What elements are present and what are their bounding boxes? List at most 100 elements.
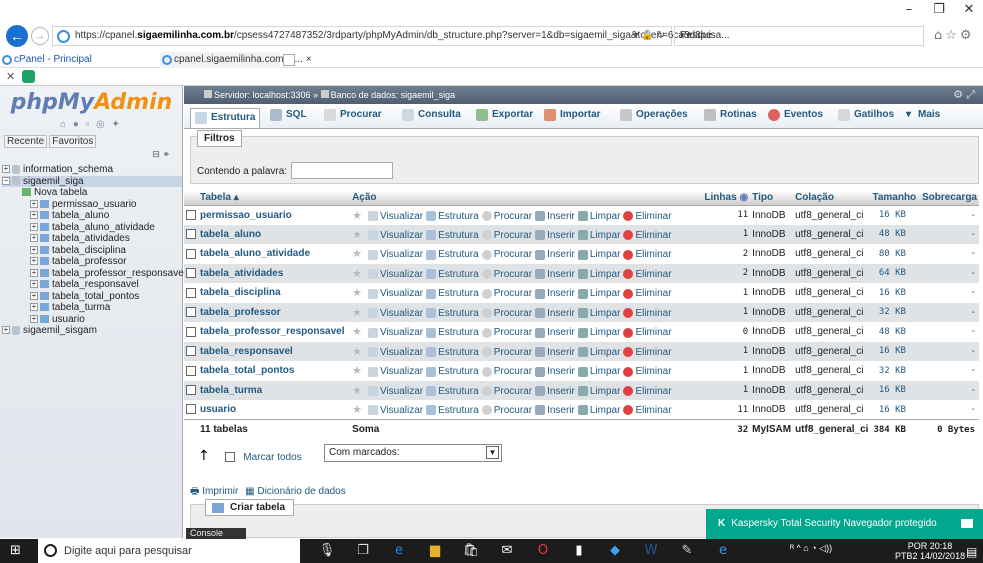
favorite-star-icon[interactable]: ★ (352, 209, 362, 222)
empty-action[interactable]: Limpar (577, 405, 620, 416)
favorite-star-icon[interactable]: ★ (352, 345, 362, 358)
taskbar-search[interactable]: Digite aqui para pesquisar (38, 539, 300, 563)
recent-tab[interactable]: Recente (4, 135, 48, 148)
favorite-star-icon[interactable]: ★ (352, 267, 362, 280)
header-colacao[interactable]: Colação (793, 191, 871, 206)
tree-db-sigaemil-siga[interactable]: − sigaemil_siga (2, 175, 182, 187)
task-view-icon[interactable]: ❐ (354, 542, 372, 560)
back-button[interactable]: ← (6, 25, 28, 47)
row-checkbox[interactable] (186, 346, 196, 357)
structure-action[interactable]: Estrutura (426, 327, 479, 338)
row-checkbox[interactable] (186, 365, 196, 376)
browse-action[interactable]: Visualizar (367, 230, 423, 241)
browse-action[interactable]: Visualizar (367, 405, 423, 416)
drop-action[interactable]: Eliminar (623, 211, 672, 222)
size[interactable]: 32 KB (870, 361, 920, 381)
mark-all-label[interactable]: Marcar todos (243, 452, 301, 463)
drop-action[interactable]: Eliminar (623, 269, 672, 280)
table-name-link[interactable]: tabela_disciplina (200, 287, 281, 298)
empty-action[interactable]: Limpar (577, 308, 620, 319)
browse-action[interactable]: Visualizar (367, 249, 423, 260)
search-action[interactable]: Procurar (481, 347, 532, 358)
favorite-star-icon[interactable]: ★ (352, 306, 362, 319)
favorite-star-icon[interactable]: ★ (352, 228, 362, 241)
browse-action[interactable]: Visualizar (367, 347, 423, 358)
insert-action[interactable]: Inserir (535, 288, 575, 299)
create-table-legend[interactable]: Criar tabela (205, 499, 295, 516)
drop-action[interactable]: Eliminar (623, 288, 672, 299)
drop-action[interactable]: Eliminar (623, 386, 672, 397)
internet-explorer-icon[interactable]: e (714, 542, 732, 560)
new-tab-button[interactable] (283, 54, 295, 66)
structure-action[interactable]: Estrutura (426, 347, 479, 358)
header-tabela[interactable]: Tabela ▴ (198, 191, 351, 206)
tab-importar[interactable]: Importar (544, 109, 601, 126)
browse-action[interactable]: Visualizar (367, 269, 423, 280)
header-sobrecarga[interactable]: Sobrecarga (919, 191, 979, 206)
table-name-link[interactable]: tabela_total_pontos (200, 365, 294, 376)
insert-action[interactable]: Inserir (535, 308, 575, 319)
tab-phpmyadmin[interactable]: cpanel.sigaemilinha.com.br... × (160, 52, 312, 68)
clock[interactable]: POR 20:18 PTB2 14/02/2018 (895, 541, 965, 561)
empty-action[interactable]: Limpar (577, 386, 620, 397)
row-checkbox[interactable] (186, 326, 196, 337)
table-name-link[interactable]: tabela_aluno_atividade (200, 248, 310, 259)
insert-action[interactable]: Inserir (535, 366, 575, 377)
favorite-star-icon[interactable]: ★ (352, 325, 362, 338)
tree-db-sigaemil-sisgam[interactable]: + sigaemil_sisgam (2, 325, 182, 337)
tab-estrutura[interactable]: Estrutura (190, 108, 261, 128)
tree-table[interactable]: + tabela_professor (2, 256, 182, 268)
size[interactable]: 32 KB (870, 302, 920, 322)
insert-action[interactable]: Inserir (535, 405, 575, 416)
row-checkbox[interactable] (186, 268, 196, 279)
document-icon[interactable]: ▮ (570, 542, 588, 560)
breadcrumb-server[interactable]: Servidor: localhost:3306 (214, 90, 311, 100)
favorites-tab[interactable]: Favoritos (49, 135, 97, 148)
search-action[interactable]: Procurar (481, 230, 532, 241)
drop-action[interactable]: Eliminar (623, 230, 672, 241)
insert-action[interactable]: Inserir (535, 230, 575, 241)
drop-action[interactable]: Eliminar (623, 347, 672, 358)
favorite-star-icon[interactable]: ★ (352, 247, 362, 260)
empty-action[interactable]: Limpar (577, 249, 620, 260)
browse-action[interactable]: Visualizar (367, 366, 423, 377)
tab-operacoes[interactable]: Operações (620, 109, 688, 126)
drop-action[interactable]: Eliminar (623, 327, 672, 338)
favorite-star-icon[interactable]: ★ (352, 364, 362, 377)
help-icon[interactable]: ◉ (739, 192, 748, 203)
tab-eventos[interactable]: Eventos (768, 109, 823, 126)
table-name-link[interactable]: tabela_professor_responsavel (200, 326, 345, 337)
tree-table[interactable]: + tabela_disciplina (2, 245, 182, 257)
tab-mais[interactable]: ▾ Mais (906, 109, 940, 126)
tree-new-table[interactable]: Nova tabela (2, 187, 182, 199)
size[interactable]: 16 KB (870, 283, 920, 303)
header-tamanho[interactable]: Tamanho (870, 191, 920, 206)
tree-table[interactable]: + tabela_aluno (2, 210, 182, 222)
size[interactable]: 80 KB (870, 244, 920, 264)
structure-action[interactable]: Estrutura (426, 269, 479, 280)
row-checkbox[interactable] (186, 209, 196, 220)
table-name-link[interactable]: permissao_usuario (200, 210, 292, 221)
tree-table[interactable]: + tabela_responsavel (2, 279, 182, 291)
tab-exportar[interactable]: Exportar (476, 109, 533, 126)
structure-action[interactable]: Estrutura (426, 366, 479, 377)
search-icon[interactable]: ⌕▾ (680, 29, 918, 42)
search-field[interactable]: Pesquisa... ⌕▾ (674, 26, 924, 46)
tab-consulta[interactable]: Consulta (402, 109, 461, 126)
close-icon[interactable]: ✕ (6, 70, 15, 83)
structure-action[interactable]: Estrutura (426, 386, 479, 397)
browse-action[interactable]: Visualizar (367, 327, 423, 338)
row-checkbox[interactable] (186, 248, 196, 259)
browse-action[interactable]: Visualizar (367, 288, 423, 299)
message-icon[interactable] (961, 519, 973, 528)
print-link[interactable]: Imprimir (202, 486, 238, 497)
drop-action[interactable]: Eliminar (623, 308, 672, 319)
search-action[interactable]: Procurar (481, 386, 532, 397)
phpmyadmin-logo[interactable]: phpMyAdmin (0, 90, 183, 115)
search-action[interactable]: Procurar (481, 327, 532, 338)
structure-action[interactable]: Estrutura (426, 288, 479, 299)
row-checkbox[interactable] (186, 385, 196, 396)
mail-icon[interactable]: ✉ (498, 542, 516, 560)
empty-action[interactable]: Limpar (577, 230, 620, 241)
table-name-link[interactable]: tabela_responsavel (200, 346, 293, 357)
